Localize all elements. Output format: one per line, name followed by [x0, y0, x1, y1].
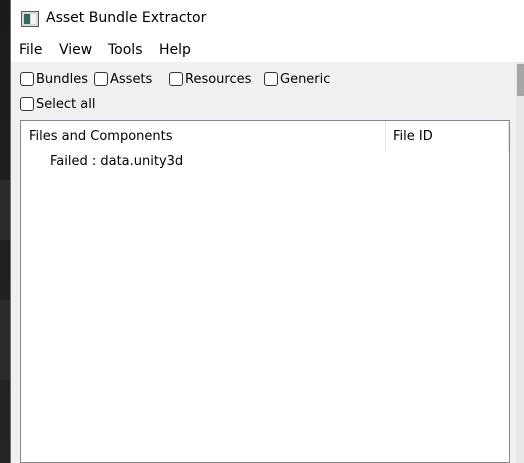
- scrollbar-thumb[interactable]: [517, 64, 524, 96]
- generic-checkbox[interactable]: Generic: [264, 69, 330, 89]
- column-divider[interactable]: [508, 121, 509, 151]
- app-window-icon: [21, 11, 39, 27]
- file-component-tree[interactable]: Files and Components File ID Failed : da…: [20, 120, 510, 463]
- tree-header: Files and Components File ID: [21, 121, 509, 151]
- select-all-checkbox-box[interactable]: [20, 97, 34, 111]
- filter-bar: Bundles Assets Resources Generic Select …: [11, 62, 524, 120]
- column-file-id[interactable]: File ID: [393, 129, 433, 144]
- resources-checkbox[interactable]: Resources: [169, 69, 251, 89]
- column-files-and-components[interactable]: Files and Components: [29, 129, 173, 144]
- assets-checkbox[interactable]: Assets: [94, 69, 152, 89]
- resources-label: Resources: [185, 71, 252, 87]
- generic-label: Generic: [280, 71, 331, 87]
- tree-row[interactable]: Failed : data.unity3d: [50, 154, 183, 169]
- window-title: Asset Bundle Extractor: [46, 10, 207, 26]
- bundles-checkbox-box[interactable]: [20, 72, 34, 86]
- bundles-label: Bundles: [36, 71, 89, 87]
- select-all-label: Select all: [36, 96, 96, 112]
- assets-checkbox-box[interactable]: [94, 72, 108, 86]
- vertical-scrollbar[interactable]: [516, 62, 524, 463]
- menu-help[interactable]: Help: [159, 42, 191, 58]
- column-divider[interactable]: [385, 121, 386, 151]
- select-all-checkbox[interactable]: Select all: [20, 94, 95, 114]
- asset-bundle-extractor-window: Asset Bundle Extractor File View Tools H…: [10, 0, 524, 463]
- generic-checkbox-box[interactable]: [264, 72, 278, 86]
- title-bar[interactable]: Asset Bundle Extractor: [11, 0, 524, 38]
- menu-bar: File View Tools Help: [11, 38, 524, 62]
- menu-file[interactable]: File: [19, 42, 42, 58]
- resources-checkbox-box[interactable]: [169, 72, 183, 86]
- menu-tools[interactable]: Tools: [108, 42, 143, 58]
- menu-view[interactable]: View: [59, 42, 92, 58]
- bundles-checkbox[interactable]: Bundles: [20, 69, 88, 89]
- assets-label: Assets: [110, 71, 153, 87]
